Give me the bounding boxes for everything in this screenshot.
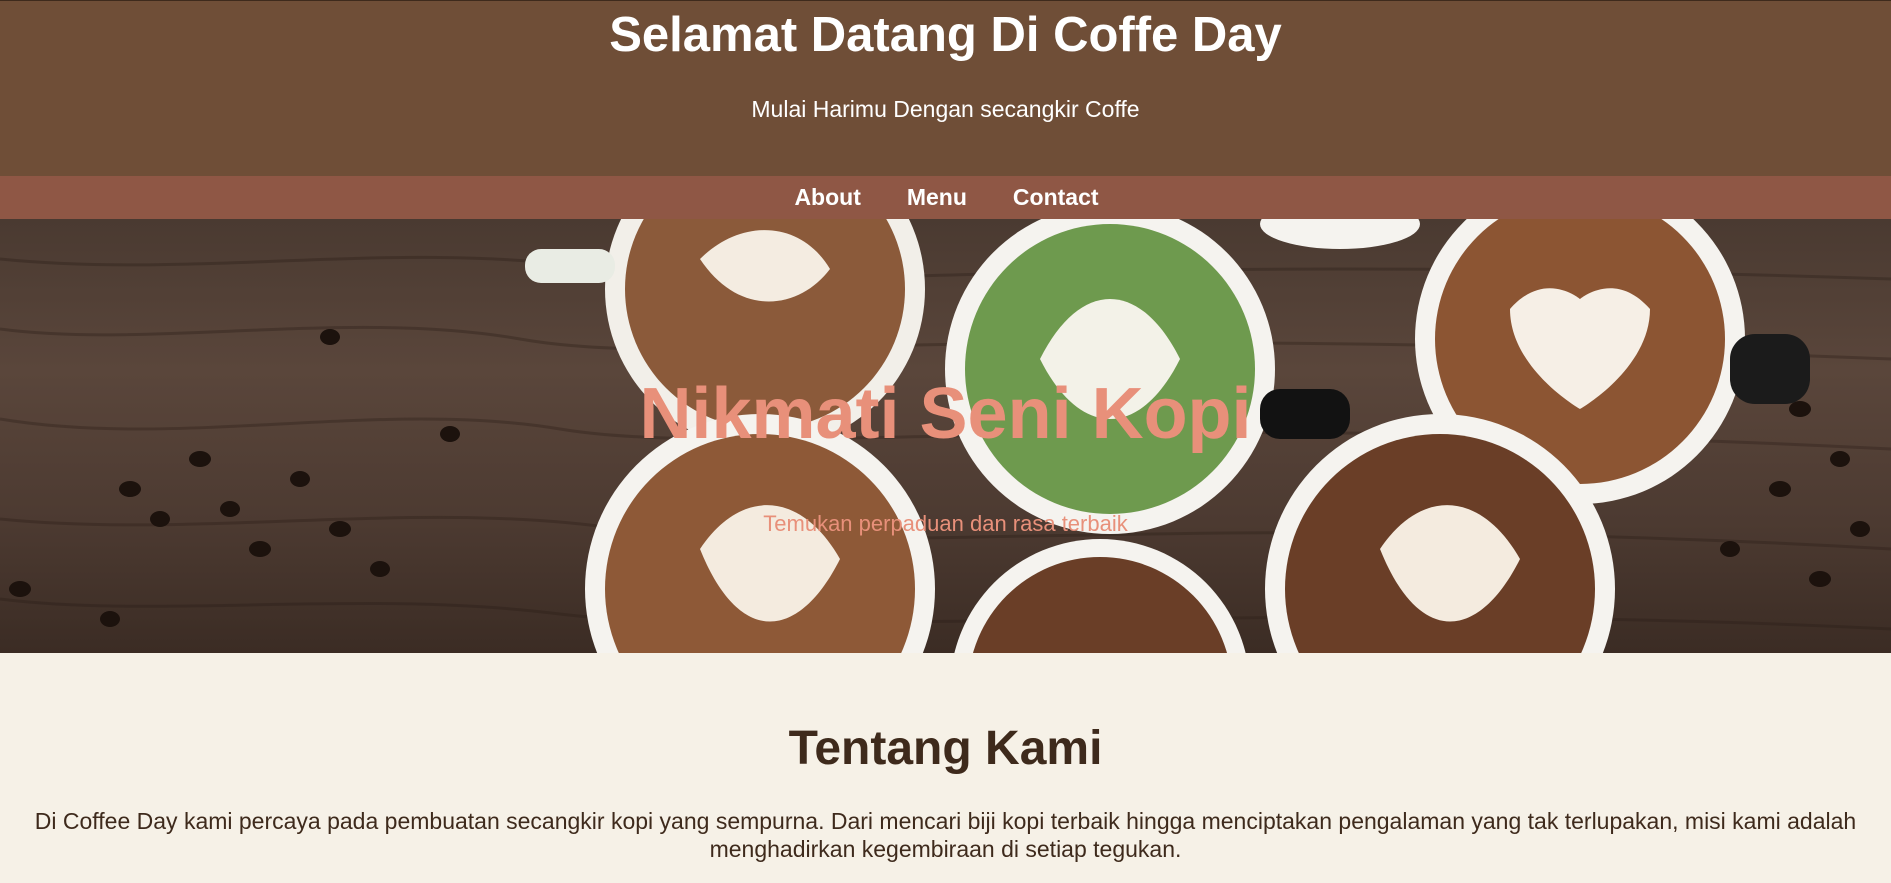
nav-link-contact[interactable]: Contact xyxy=(1011,184,1099,211)
site-header: Selamat Datang Di Coffe Day Mulai Harimu… xyxy=(0,0,1891,176)
nav-bar: About Menu Contact xyxy=(0,176,1891,219)
hero-subtitle: Temukan perpaduan dan rasa terbaik xyxy=(763,511,1128,536)
nav-link-menu[interactable]: Menu xyxy=(905,184,967,211)
about-description: Di Coffee Day kami percaya pada pembuata… xyxy=(34,808,1857,862)
hero-section: Nikmati Seni Kopi Temukan perpaduan dan … xyxy=(0,219,1891,653)
about-title: Tentang Kami xyxy=(788,722,1103,775)
about-section: Tentang Kami Di Coffee Day kami percaya … xyxy=(0,653,1891,883)
site-title: Selamat Datang Di Coffe Day xyxy=(609,8,1282,62)
nav-link-about[interactable]: About xyxy=(792,184,860,211)
site-tagline: Mulai Harimu Dengan secangkir Coffe xyxy=(751,96,1140,122)
hero-title: Nikmati Seni Kopi xyxy=(639,374,1252,454)
